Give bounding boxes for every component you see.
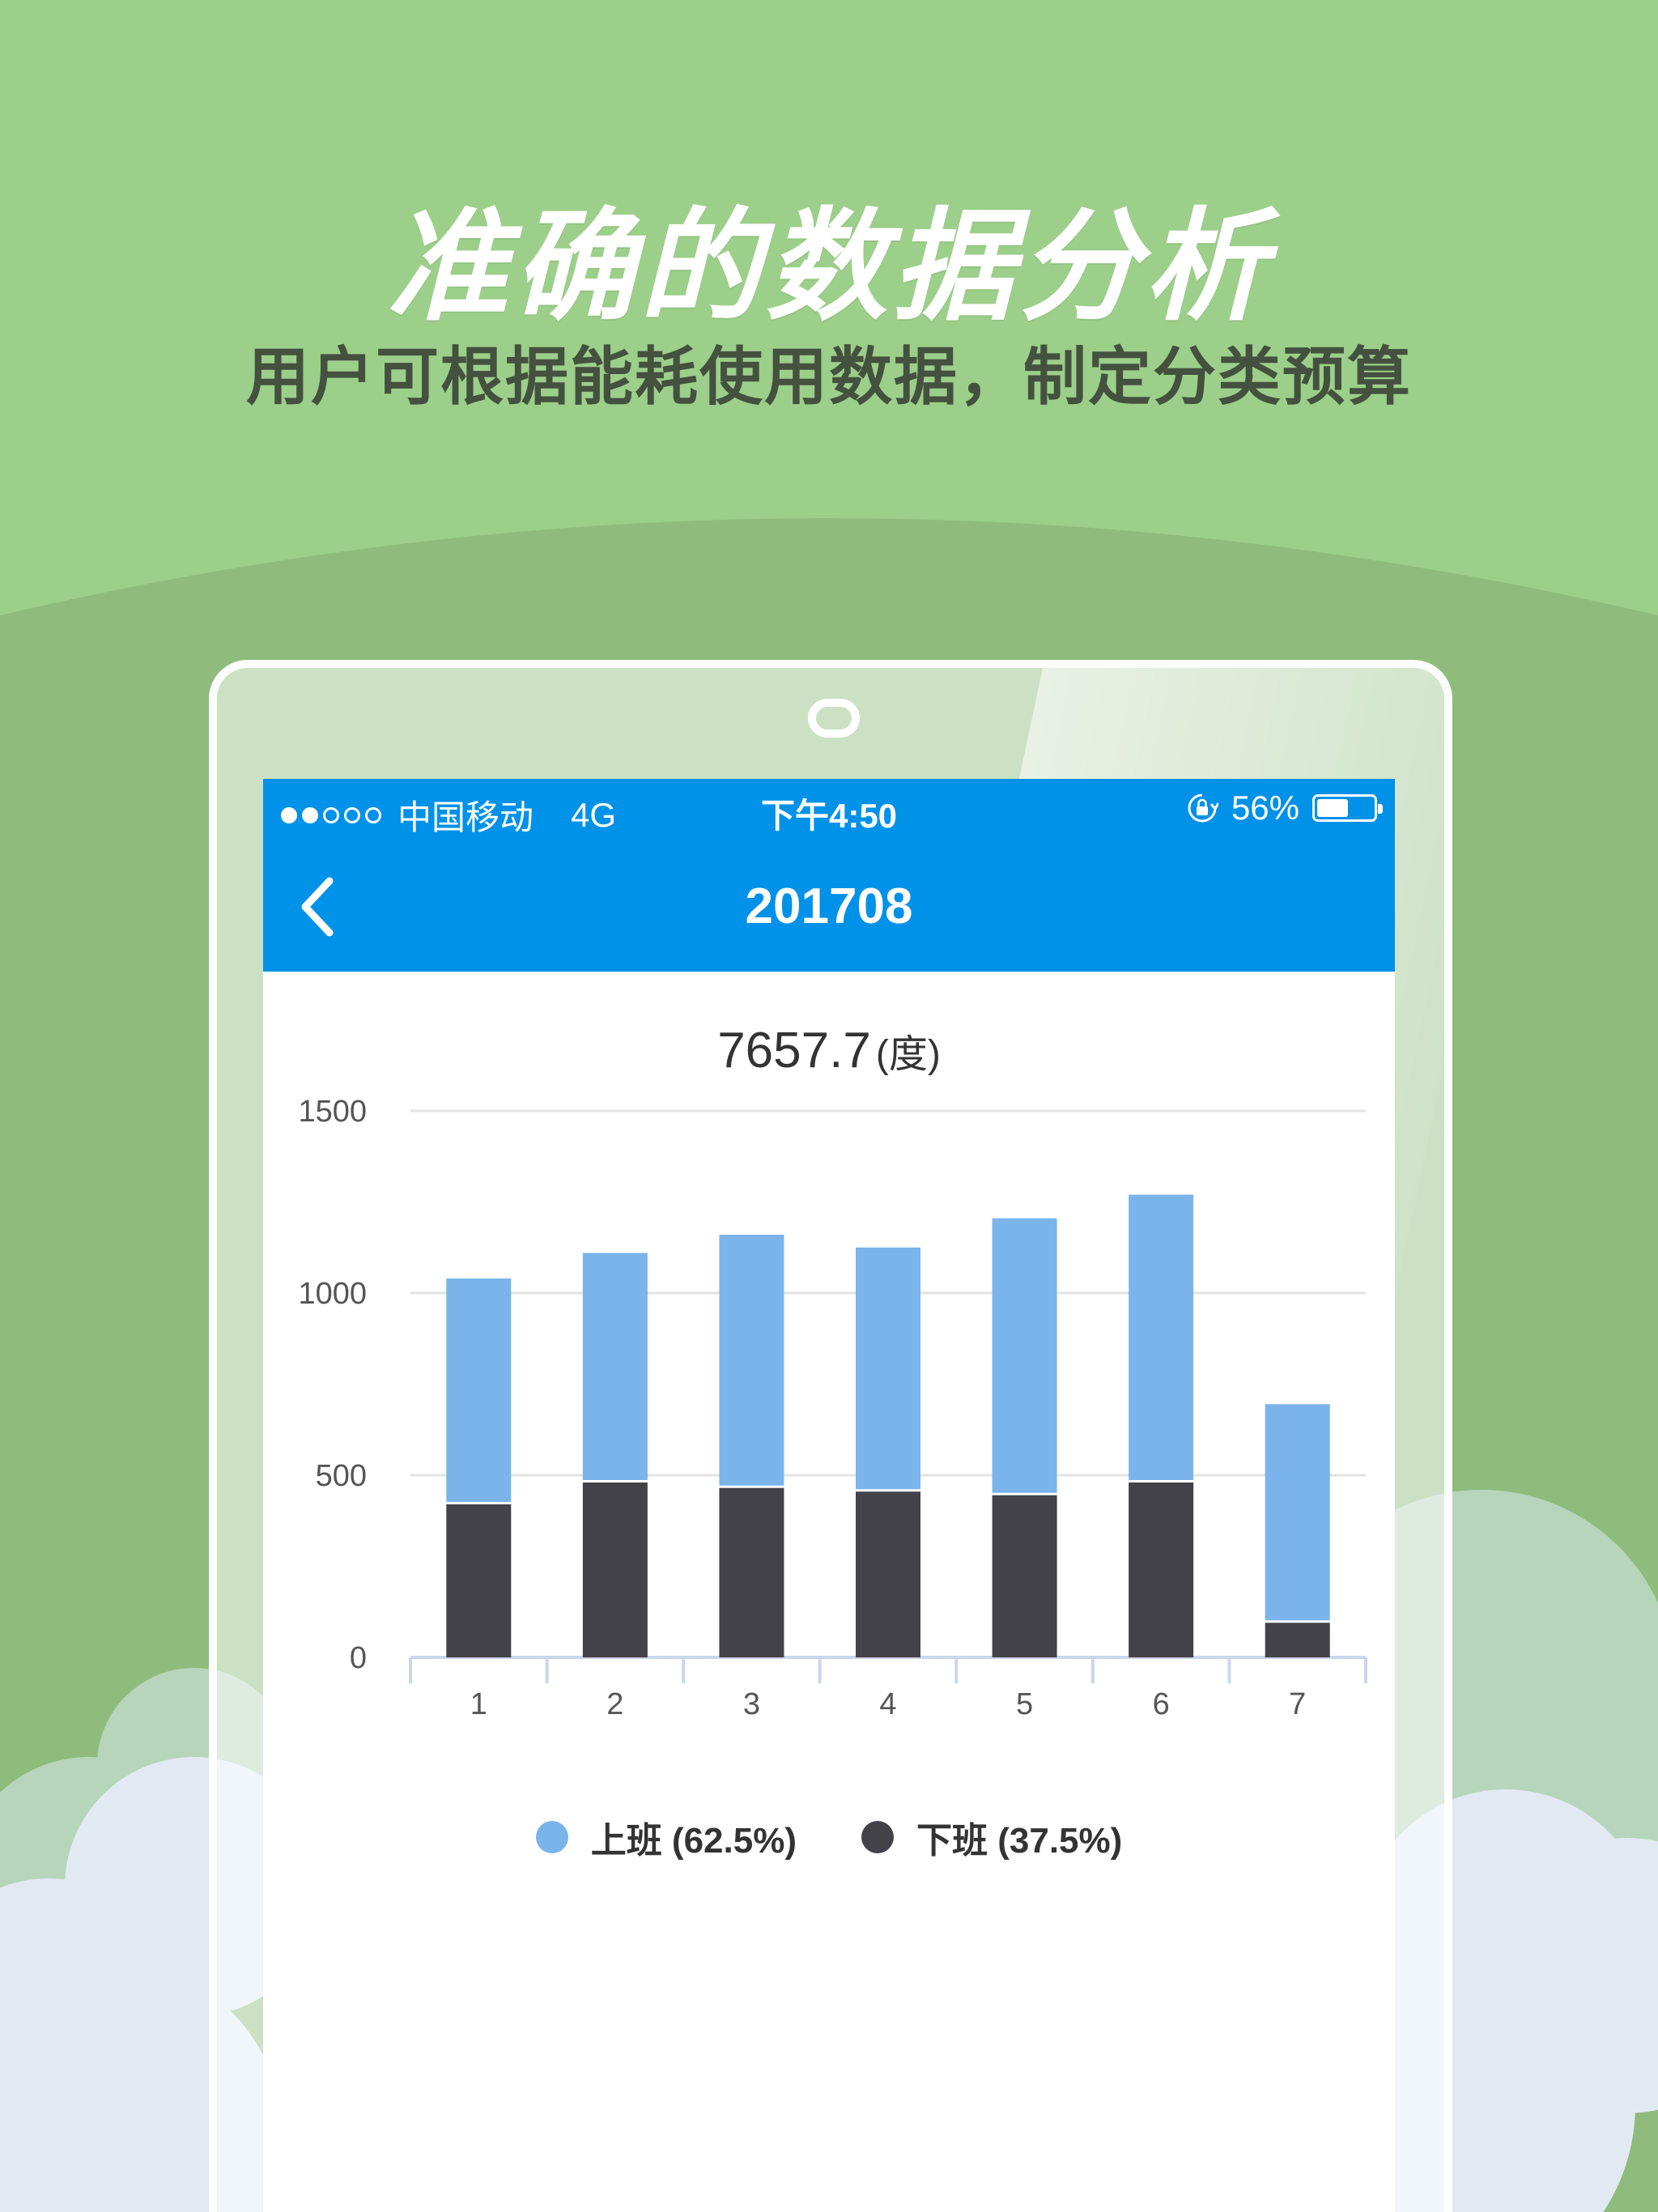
bar-on-duty [992,1218,1057,1493]
legend-item-off-duty[interactable]: 下班 (37.5%) [861,1811,1122,1863]
bar-off-duty [856,1491,920,1657]
battery-icon [1312,794,1383,822]
x-tick-label: 1 [470,1687,487,1721]
battery-percent: 56% [1231,789,1299,827]
status-bar: 中国移动 4G 下午4:50 56% [263,779,1395,842]
promo-subheadline: 用户可根据能耗使用数据，制定分类预算 [245,341,1412,414]
y-tick-label: 1500 [298,1095,367,1129]
status-right: 56% [1186,789,1383,827]
y-tick-label: 1000 [298,1277,367,1311]
app-screen: 中国移动 4G 下午4:50 56% 201708 7657.7 (度) 0 5… [263,779,1395,2212]
y-tick-label: 0 [350,1641,367,1675]
bar-off-duty [1265,1623,1330,1657]
camera-icon [808,699,860,738]
bar-off-duty [992,1495,1057,1657]
y-tick-label: 500 [316,1459,367,1493]
chart-legend: 上班 (62.5%) 下班 (37.5%) [263,1811,1395,1863]
bar-off-duty [719,1487,784,1657]
bar-off-duty [582,1482,648,1657]
x-tick-label: 5 [1016,1687,1033,1721]
legend-label: 上班 (62.5%) [590,1821,797,1861]
rotation-lock-icon [1188,793,1218,823]
nav-bar: 201708 [263,842,1395,972]
bar-on-duty [582,1253,648,1480]
bar-on-duty [1129,1194,1194,1480]
bar-on-duty [856,1247,920,1490]
legend-label: 下班 (37.5%) [916,1821,1123,1861]
bar-off-duty [446,1504,512,1657]
bar-on-duty [719,1235,784,1486]
x-tick-label: 4 [879,1687,896,1721]
bar-on-duty [446,1278,512,1502]
promo-headline: 准确的数据分析 [386,197,1271,338]
x-tick-label: 2 [606,1687,623,1721]
x-tick-label: 6 [1153,1687,1170,1721]
battery-nub [1378,804,1383,814]
legend-swatch [535,1821,568,1853]
energy-bar-chart: 0 500 1000 1500 1 2 3 4 5 6 7 [298,1095,1367,1721]
total-value: 7657.7 [717,1023,871,1078]
battery-level [1317,799,1349,817]
page-title: 201708 [745,878,913,934]
x-tick-label: 3 [743,1687,760,1721]
total-unit: (度) [875,1033,941,1076]
bar-off-duty [1129,1482,1194,1657]
legend-item-on-duty[interactable]: 上班 (62.5%) [535,1811,797,1863]
total-consumption: 7657.7 (度) [263,1022,1395,1079]
promo-canvas: 准确的数据分析 用户可根据能耗使用数据，制定分类预算 中国移动 4G 下午4:5… [0,0,1658,2212]
x-tick-label: 7 [1289,1687,1306,1721]
legend-swatch [861,1821,894,1853]
bar-on-duty [1265,1404,1330,1621]
